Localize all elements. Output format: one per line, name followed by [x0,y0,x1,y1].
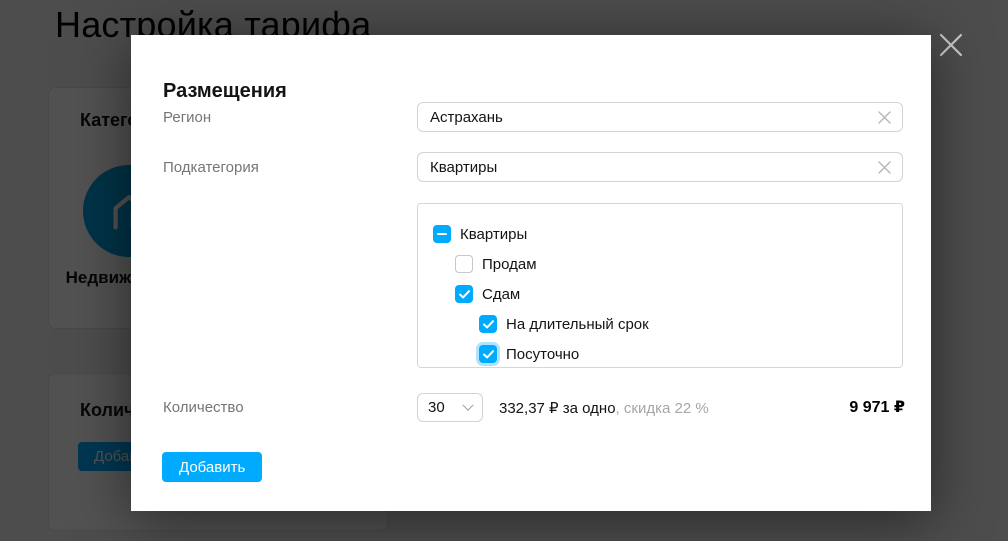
checkbox-unchecked-icon[interactable] [455,255,473,273]
close-icon[interactable] [938,32,964,58]
clear-region-icon[interactable] [877,110,892,125]
region-label: Регион [163,109,211,126]
discount-text: , скидка 22 % [616,400,709,417]
checkbox-checked-icon[interactable] [479,315,497,333]
tree-item-label: Сдам [482,286,520,303]
unit-price-value: 332,37 ₽ за одно [499,400,616,417]
total-price: 9 971 ₽ [849,397,905,417]
subcategory-label: Подкатегория [163,159,259,176]
checkbox-indeterminate-icon[interactable] [433,225,451,243]
tree-item-kvartiry[interactable]: Квартиры [418,219,902,249]
subcategory-input[interactable]: Квартиры [417,152,903,182]
subcategory-input-value: Квартиры [430,159,877,176]
region-input-value: Астрахань [430,109,877,126]
tree-item-label: Посуточно [506,346,579,363]
tree-item-sdam[interactable]: Сдам [418,279,902,309]
modal-title: Размещения [163,80,287,103]
tree-item-posutochno[interactable]: Посуточно [418,339,902,369]
screen: Настройка тарифа Категории Недвижимость … [0,0,1008,541]
tree-item-label: Продам [482,256,537,273]
region-input[interactable]: Астрахань [417,102,903,132]
quantity-select[interactable]: 30 [417,393,483,422]
quantity-select-value: 30 [428,399,445,416]
tree-item-label: На длительный срок [506,316,649,333]
tree-item-na-dlitelnyy-srok[interactable]: На длительный срок [418,309,902,339]
unit-price: 332,37 ₽ за одно, скидка 22 % [499,399,709,417]
chevron-down-icon [462,399,473,410]
checkbox-checked-icon[interactable] [455,285,473,303]
clear-subcategory-icon[interactable] [877,160,892,175]
subcategory-tree: Квартиры Продам Сдам [417,203,903,368]
tree-item-label: Квартиры [460,226,527,243]
quantity-label: Количество [163,399,244,416]
checkbox-checked-focused-icon[interactable] [479,345,497,363]
placements-modal: Размещения Регион Астрахань Подкатегория… [131,35,931,511]
tree-item-prodam[interactable]: Продам [418,249,902,279]
add-button[interactable]: Добавить [162,452,262,482]
